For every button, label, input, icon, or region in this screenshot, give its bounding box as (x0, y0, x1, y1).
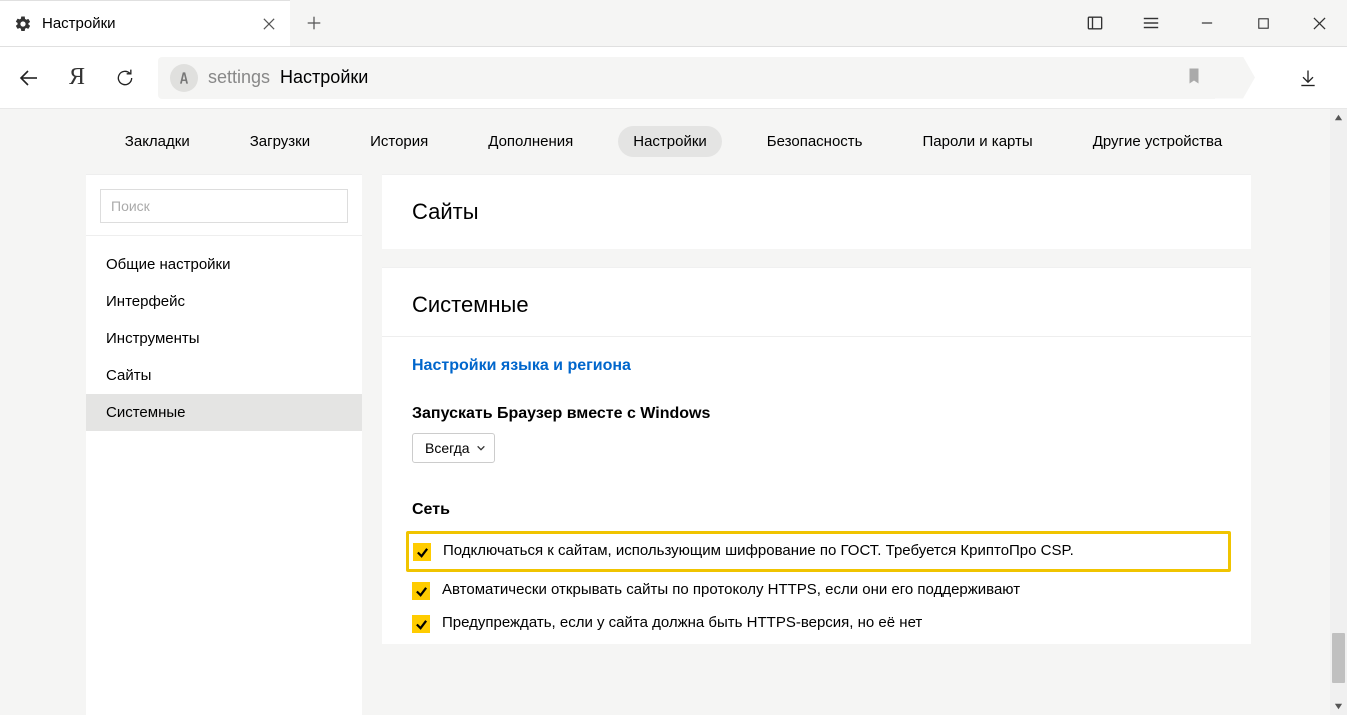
scroll-down-arrow[interactable] (1330, 698, 1347, 715)
reload-button[interactable] (110, 63, 140, 93)
scroll-track[interactable] (1330, 126, 1347, 698)
topnav-passwords[interactable]: Пароли и карты (907, 126, 1047, 157)
topnav-devices[interactable]: Другие устройства (1078, 126, 1237, 157)
check-https-auto-label: Автоматически открывать сайты по протоко… (442, 581, 1020, 598)
sites-panel: Сайты (382, 174, 1251, 249)
titlebar: Настройки (0, 0, 1347, 47)
toolbar: Я settings Настройки (0, 47, 1347, 109)
panels: Сайты Системные Настройки языка и регион… (382, 174, 1347, 715)
content-wrap: Закладки Загрузки История Дополнения Нас… (0, 109, 1347, 715)
topnav-security[interactable]: Безопасность (752, 126, 878, 157)
check-gost[interactable]: Подключаться к сайтам, использующим шифр… (406, 531, 1231, 572)
checkbox-icon (412, 615, 430, 633)
close-window-button[interactable] (1291, 0, 1347, 46)
site-identity-icon (170, 64, 198, 92)
settings-sidebar: Общие настройки Интерфейс Инструменты Са… (86, 174, 362, 715)
downloads-button[interactable] (1293, 63, 1323, 93)
search-input[interactable] (100, 189, 348, 223)
system-panel: Системные Настройки языка и региона Запу… (382, 267, 1251, 644)
close-icon[interactable] (262, 17, 276, 31)
sidebar-item-general[interactable]: Общие настройки (86, 246, 362, 283)
checkbox-icon (413, 543, 431, 561)
address-page: Настройки (280, 67, 368, 88)
tab-title: Настройки (42, 15, 252, 32)
topnav-addons[interactable]: Дополнения (473, 126, 588, 157)
sidebar-item-interface[interactable]: Интерфейс (86, 283, 362, 320)
launch-select[interactable]: Всегда (412, 433, 495, 463)
launch-with-windows-label: Запускать Браузер вместе с Windows (412, 405, 1221, 423)
maximize-button[interactable] (1235, 0, 1291, 46)
topnav-history[interactable]: История (355, 126, 443, 157)
address-bar-container: settings Настройки (158, 57, 1255, 99)
titlebar-spacer (338, 0, 1067, 46)
network-heading: Сеть (412, 501, 1221, 519)
new-tab-button[interactable] (290, 0, 338, 46)
topnav-bookmarks[interactable]: Закладки (110, 126, 205, 157)
check-https-warn-label: Предупреждать, если у сайта должна быть … (442, 614, 922, 631)
sites-heading: Сайты (382, 175, 1251, 249)
sidebar-toggle-icon[interactable] (1067, 0, 1123, 46)
settings-topnav: Закладки Загрузки История Дополнения Нас… (0, 109, 1347, 174)
checkbox-icon (412, 582, 430, 600)
scroll-up-arrow[interactable] (1330, 109, 1347, 126)
bookmark-icon[interactable] (1185, 67, 1203, 88)
sidebar-item-system[interactable]: Системные (86, 394, 362, 431)
chevron-down-icon (476, 440, 486, 456)
system-heading: Системные (382, 268, 1251, 337)
main-area: Общие настройки Интерфейс Инструменты Са… (0, 174, 1347, 715)
check-https-auto[interactable]: Автоматически открывать сайты по протоко… (412, 574, 1221, 607)
gear-icon (14, 15, 32, 33)
yandex-home-button[interactable]: Я (62, 63, 92, 93)
launch-select-value: Всегда (425, 440, 470, 456)
menu-icon[interactable] (1123, 0, 1179, 46)
browser-tab[interactable]: Настройки (0, 0, 290, 46)
sidebar-item-tools[interactable]: Инструменты (86, 320, 362, 357)
address-protocol: settings (208, 67, 270, 88)
vertical-scrollbar[interactable] (1330, 109, 1347, 715)
scroll-thumb[interactable] (1332, 633, 1345, 683)
address-bar[interactable]: settings Настройки (158, 57, 1215, 99)
language-region-link[interactable]: Настройки языка и региона (412, 357, 1221, 375)
minimize-button[interactable] (1179, 0, 1235, 46)
sidebar-item-sites[interactable]: Сайты (86, 357, 362, 394)
topnav-downloads[interactable]: Загрузки (235, 126, 325, 157)
back-button[interactable] (14, 63, 44, 93)
topnav-settings[interactable]: Настройки (618, 126, 722, 157)
address-bar-tail (1215, 57, 1255, 99)
check-https-warn[interactable]: Предупреждать, если у сайта должна быть … (412, 607, 1221, 640)
check-gost-label: Подключаться к сайтам, использующим шифр… (443, 542, 1074, 559)
